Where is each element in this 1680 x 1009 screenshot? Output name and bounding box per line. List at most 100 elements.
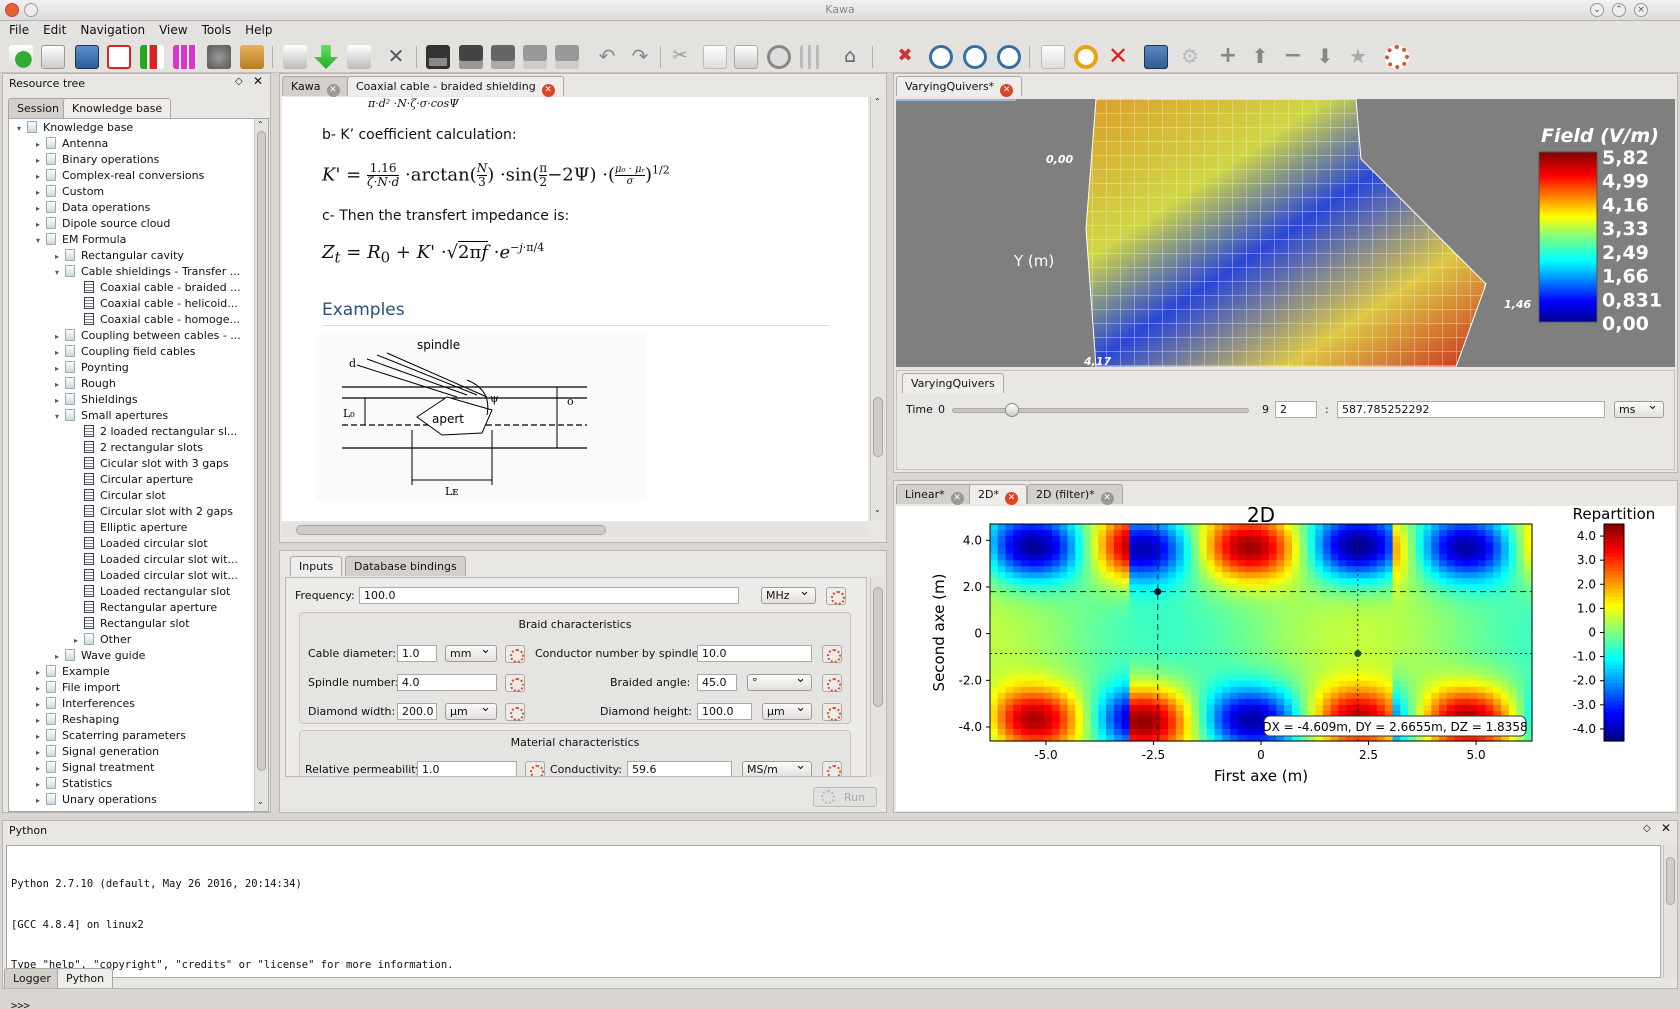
tools-icon[interactable]: ✖ [893, 45, 917, 69]
expand-arrow-icon[interactable]: ▸ [36, 665, 46, 681]
expand-arrow-icon[interactable]: ▸ [36, 137, 46, 153]
spindle-number-input[interactable]: 4.0 [397, 674, 497, 691]
tree-item[interactable]: ▸ Complex-real conversions [36, 168, 204, 184]
conductivity-input[interactable]: 59.6 [627, 761, 732, 776]
expand-arrow-icon[interactable]: ▸ [36, 745, 46, 761]
spindle-number-help-icon[interactable] [505, 674, 525, 692]
redo-icon[interactable]: ↷ [628, 45, 652, 69]
tab-python[interactable]: Python [57, 968, 114, 988]
undo-icon[interactable]: ↶ [595, 45, 619, 69]
tab-knowledge-base[interactable]: Knowledge base [63, 98, 172, 118]
tree-item[interactable]: Loaded circular slot wit... [74, 568, 238, 584]
tree-item[interactable]: ▸ Example [36, 664, 110, 680]
braided-angle-help-icon[interactable] [822, 674, 842, 692]
minimize-button[interactable]: ⌄ [1590, 3, 1604, 17]
settings-gear-icon[interactable]: ⚙ [1178, 45, 1202, 69]
tree-item[interactable]: 2 loaded rectangular sl... [74, 424, 237, 440]
expand-arrow-icon[interactable]: ▸ [55, 249, 65, 265]
conductivity-unit-select[interactable]: MS/m [742, 758, 812, 776]
save-as-icon[interactable] [459, 45, 483, 69]
close-icon[interactable]: ✕ [1661, 821, 1671, 835]
plus-icon[interactable]: + [1216, 45, 1240, 69]
down-arrow-icon[interactable]: ⬇ [1313, 45, 1337, 69]
star-icon[interactable]: ★ [1346, 45, 1370, 69]
tab-2d[interactable]: 2D* ✕ [969, 484, 1027, 505]
menu-tools[interactable]: Tools [195, 21, 239, 37]
console-scrollbar[interactable] [1663, 845, 1677, 978]
tree-item[interactable]: ▸ Coupling between cables - ... [55, 328, 241, 344]
diamond-width-input[interactable]: 200.0 [397, 703, 437, 720]
tree-item[interactable]: ▸ Dipole source cloud [36, 216, 170, 232]
diamond-height-unit-select[interactable]: µm [762, 700, 812, 720]
expand-arrow-icon[interactable]: ▸ [36, 793, 46, 809]
tree-item[interactable]: ▸ Rough [55, 376, 116, 392]
home-icon[interactable]: ⌂ [838, 45, 862, 69]
expand-arrow-icon[interactable]: ▸ [36, 697, 46, 713]
tree-item[interactable]: ▸ Other [74, 632, 131, 648]
expand-arrow-icon[interactable]: ▸ [36, 169, 46, 185]
tree-scrollbar[interactable]: ⌃ ⌄ [254, 119, 268, 811]
close-window-button[interactable]: × [1634, 3, 1648, 17]
tree-item[interactable]: Coaxial cable - helicoid... [74, 296, 238, 312]
tree-item[interactable]: ▸ Interferences [36, 696, 135, 712]
float-icon[interactable]: ◇ [235, 76, 243, 87]
tree-item[interactable]: Coaxial cable - homoge... [74, 312, 240, 328]
heatmap-chart[interactable]: -5.0 -2.5 0 2.5 5.04.02.00-2.0-4.02DFirst ax… [896, 506, 1675, 811]
image-icon[interactable] [75, 45, 99, 69]
tree-item[interactable]: Cicular slot with 3 gaps [74, 456, 229, 472]
menu-view[interactable]: View [152, 21, 194, 37]
collapse-arrow-icon[interactable]: ▾ [55, 265, 65, 281]
tree-item[interactable]: ▾ EM Formula [36, 232, 126, 248]
zoom-in-icon[interactable] [929, 45, 953, 69]
tree-item[interactable]: ▸ Poynting [55, 360, 129, 376]
frequency-input[interactable]: 100.0 [359, 587, 739, 604]
time-unit-select[interactable]: ms [1614, 398, 1664, 418]
minus-icon[interactable]: − [1281, 45, 1305, 69]
tree-item[interactable]: Rectangular slot [74, 616, 190, 632]
expand-arrow-icon[interactable]: ▸ [36, 777, 46, 793]
tree-item[interactable]: 2 rectangular slots [74, 440, 203, 456]
permeability-help-icon[interactable] [525, 761, 545, 776]
tree-item[interactable]: Circular slot [74, 488, 166, 504]
document-hscrollbar[interactable] [282, 523, 868, 537]
diamond-height-input[interactable]: 100.0 [697, 703, 752, 720]
inputs-scrollbar[interactable] [870, 577, 885, 777]
document-vscroll-thumb[interactable] [873, 397, 883, 457]
tree-item[interactable]: ▸ Custom [36, 184, 104, 200]
expand-arrow-icon[interactable]: ▸ [55, 361, 65, 377]
conductor-number-input[interactable]: 10.0 [697, 645, 812, 662]
time-step-spinbox[interactable]: 2 [1275, 401, 1317, 418]
tree-item[interactable]: Loaded circular slot [74, 536, 208, 552]
tree-item[interactable]: ▾ Small apertures [55, 408, 168, 424]
close-tab-icon[interactable]: ✕ [1004, 492, 1018, 505]
collapse-arrow-icon[interactable]: ▾ [55, 409, 65, 425]
tree-item[interactable]: ▸ Reshaping [36, 712, 119, 728]
tree-item[interactable]: Loaded circular slot wit... [74, 552, 238, 568]
expand-arrow-icon[interactable]: ▸ [36, 201, 46, 217]
columns-icon[interactable] [800, 45, 824, 69]
close-tab-icon[interactable]: ✕ [1100, 492, 1114, 505]
zoom-out-icon[interactable] [963, 45, 987, 69]
tree-item[interactable]: ▸ Statistics [36, 776, 112, 792]
download-icon[interactable] [314, 45, 338, 69]
save-all-icon[interactable] [491, 45, 515, 69]
expand-arrow-icon[interactable]: ▸ [36, 761, 46, 777]
collapse-arrow-icon[interactable]: ▾ [36, 233, 46, 249]
tree-scroll-thumb[interactable] [257, 131, 266, 771]
help-lifebuoy-icon[interactable] [1385, 45, 1409, 69]
tab-coaxial-cable[interactable]: Coaxial cable - braided shielding ✕ [347, 76, 564, 97]
cable-diameter-unit-select[interactable]: mm [445, 642, 497, 662]
diamond-width-help-icon[interactable] [505, 703, 525, 721]
expand-arrow-icon[interactable]: ▸ [36, 681, 46, 697]
cable-diameter-help-icon[interactable] [505, 645, 525, 663]
menu-navigation[interactable]: Navigation [73, 21, 152, 37]
menu-edit[interactable]: Edit [36, 21, 73, 37]
close-icon[interactable]: ✕ [253, 74, 263, 88]
tree-item[interactable]: ▸ Unary operations [36, 792, 157, 808]
stop-icon[interactable] [767, 45, 791, 69]
expand-arrow-icon[interactable]: ▸ [36, 185, 46, 201]
tab-inputs[interactable]: Inputs [290, 556, 343, 576]
paste-icon[interactable] [734, 45, 758, 69]
braided-angle-input[interactable]: 45.0 [697, 674, 737, 691]
tree-item[interactable]: ▾ Knowledge base [17, 120, 133, 136]
